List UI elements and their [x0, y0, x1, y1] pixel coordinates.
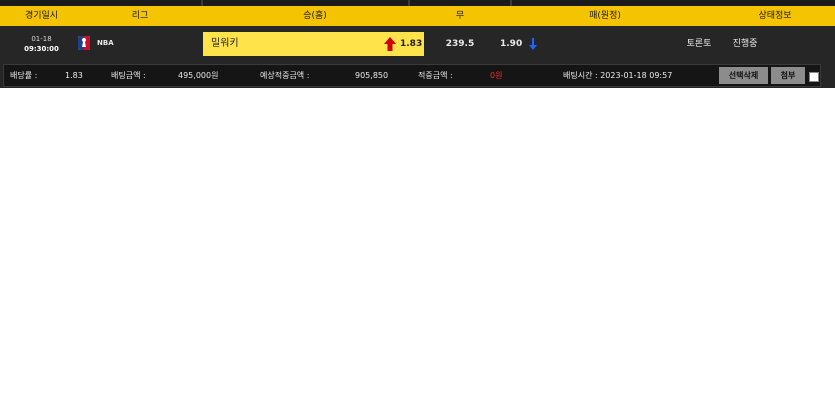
home-odds-cell[interactable]: 밀워키 1.83 — [203, 32, 424, 56]
header-away: 패(원정) — [589, 11, 621, 21]
league-cell: NBA — [77, 36, 114, 50]
delete-selected-button[interactable]: 선택삭제 — [719, 67, 768, 84]
attach-button[interactable]: 첨부 — [771, 67, 805, 84]
won-amount-value: 0원 — [490, 71, 503, 80]
select-checkbox[interactable] — [809, 72, 819, 82]
league-name: NBA — [97, 39, 114, 47]
bet-history-panel: 경기일시 리그 승(홈) 무 패(원정) 상태정보 01-18 09:30:00… — [0, 0, 835, 88]
won-amount-label: 적중금액 : — [418, 71, 453, 80]
match-time: 09:30:00 — [24, 45, 59, 53]
up-arrow-icon — [384, 37, 396, 51]
match-status: 진행중 — [732, 39, 758, 49]
odds-value: 1.83 — [65, 71, 83, 80]
header-league: 리그 — [131, 11, 149, 21]
down-arrow-icon — [529, 38, 537, 50]
expected-amount-label: 예상적중금액 : — [260, 71, 310, 80]
header-draw: 무 — [455, 11, 465, 21]
match-date: 01-18 — [31, 35, 52, 43]
odds-label: 배당률 : — [10, 71, 38, 80]
bet-summary-bar: 배당률 : 1.83 배팅금액 : 495,000원 예상적중금액 : 905,… — [3, 64, 821, 87]
home-team-name: 밀워키 — [211, 38, 239, 49]
expected-amount-value: 905,850 — [355, 71, 389, 80]
match-row: 01-18 09:30:00 NBA 밀워키 1.83 239.5 1.90 토… — [0, 26, 835, 62]
column-header: 경기일시 리그 승(홈) 무 패(원정) 상태정보 — [0, 6, 835, 26]
away-team-name: 토론토 — [686, 39, 712, 49]
bet-time: 배팅시간 : 2023-01-18 09:57 — [563, 71, 673, 80]
header-home: 승(홈) — [303, 11, 327, 21]
bet-amount-value: 495,000원 — [178, 71, 219, 80]
nba-logo-icon — [78, 36, 90, 50]
header-status: 상태정보 — [758, 11, 792, 21]
bet-amount-label: 배팅금액 : — [111, 71, 146, 80]
draw-handicap-value: 239.5 — [445, 39, 475, 49]
home-odds-value: 1.83 — [400, 39, 423, 49]
away-odds-value[interactable]: 1.90 — [500, 32, 522, 56]
header-datetime: 경기일시 — [24, 11, 59, 21]
